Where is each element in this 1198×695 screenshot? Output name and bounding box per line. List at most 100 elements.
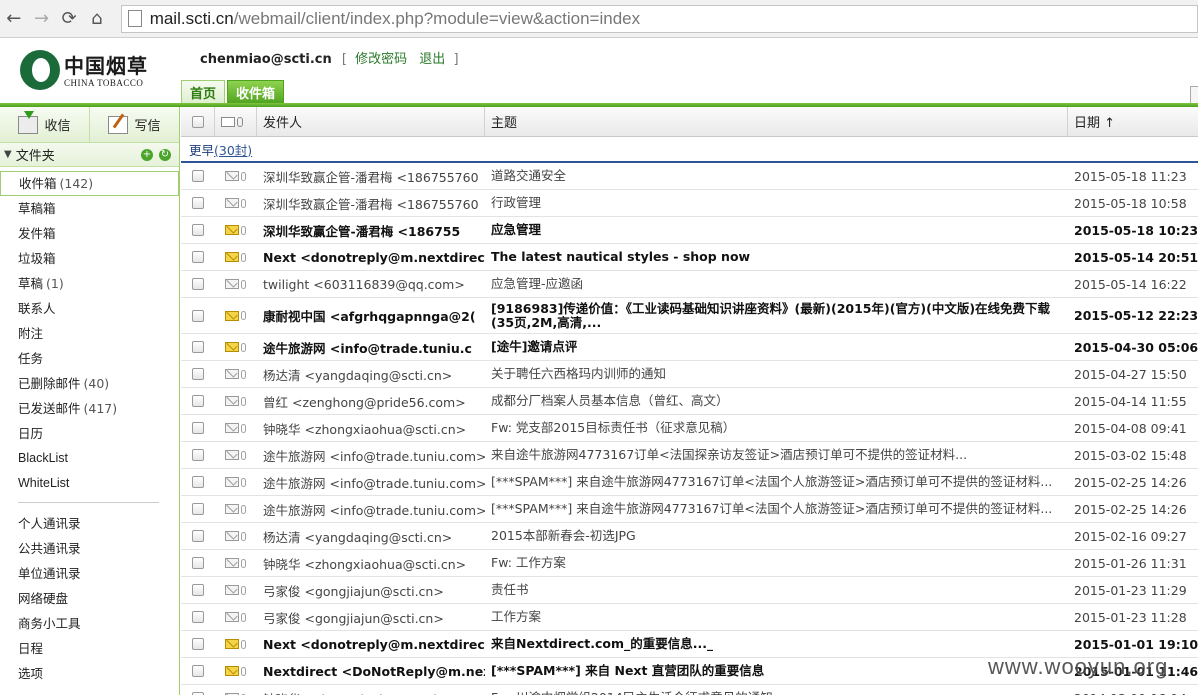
mail-row[interactable]: 杨达清 <yangdaqing@scti.cn> 2015本部新春会-初选JPG 2… (181, 523, 1198, 550)
folder-item[interactable]: 垃圾箱 (0, 246, 179, 271)
row-from[interactable]: 深圳华致赢企管-潘君梅 <186755760 (257, 163, 485, 189)
add-folder-icon[interactable]: + (141, 148, 153, 161)
row-from[interactable]: 途牛旅游网 <info@trade.tuniu.com> (257, 442, 485, 468)
row-checkbox-cell[interactable] (181, 685, 215, 695)
row-from[interactable]: 途牛旅游网 <info@trade.tuniu.c (257, 334, 485, 360)
tool-item[interactable]: 日程 (0, 636, 179, 661)
row-checkbox[interactable] (192, 395, 204, 407)
row-checkbox[interactable] (192, 170, 204, 182)
row-checkbox[interactable] (192, 309, 204, 322)
row-subject[interactable]: 来自Nextdirect.com_的重要信息..._ (485, 631, 1068, 657)
row-subject[interactable]: 行政管理 (485, 190, 1068, 216)
row-checkbox[interactable] (192, 224, 204, 236)
row-checkbox[interactable] (192, 584, 204, 596)
row-checkbox-cell[interactable] (181, 523, 215, 549)
folder-item[interactable]: 联系人 (0, 296, 179, 321)
folder-item[interactable]: 任务 (0, 346, 179, 371)
refresh-folder-icon[interactable]: ↻ (159, 148, 171, 161)
row-checkbox-cell[interactable] (181, 577, 215, 603)
group-earlier[interactable]: 更早 (30封) (181, 137, 1198, 163)
row-subject[interactable]: 责任书 (485, 577, 1068, 603)
row-checkbox-cell[interactable] (181, 388, 215, 414)
row-from[interactable]: 钟晓华 <zhongxiaohua@scti.cn> (257, 415, 485, 441)
row-checkbox-cell[interactable] (181, 271, 215, 297)
row-checkbox-cell[interactable] (181, 631, 215, 657)
mail-row[interactable]: 途牛旅游网 <info@trade.tuniu.com> 来自途牛旅游网47731… (181, 442, 1198, 469)
mail-row[interactable]: 弓家俊 <gongjiajun@scti.cn> 责任书 2015-01-23 11… (181, 577, 1198, 604)
tab-inbox[interactable]: 收件箱 (227, 80, 285, 104)
subject-column-header[interactable]: 主题 (485, 107, 1068, 137)
row-subject[interactable]: [途牛]邀请点评 (485, 334, 1068, 360)
row-checkbox[interactable] (192, 557, 204, 569)
row-subject[interactable]: 道路交通安全 (485, 163, 1068, 189)
write-button[interactable]: 写信 (90, 107, 179, 142)
row-checkbox[interactable] (192, 476, 204, 488)
row-from[interactable]: Next <donotreply@m.nextdirect (257, 631, 485, 657)
tool-item[interactable]: 商务小工具 (0, 611, 179, 636)
row-checkbox-cell[interactable] (181, 361, 215, 387)
select-all-checkbox-cell[interactable] (181, 107, 215, 137)
row-subject[interactable]: [***SPAM***] 来自途牛旅游网4773167订单<法国个人旅游签证>酒… (485, 496, 1068, 522)
mail-row[interactable]: Next <donotreply@m.nextdirect The latest … (181, 244, 1198, 271)
folder-item[interactable]: 草稿箱 (0, 196, 179, 221)
folder-item[interactable]: 发件箱 (0, 221, 179, 246)
mail-row[interactable]: 途牛旅游网 <info@trade.tuniu.c [途牛]邀请点评 2015-04… (181, 334, 1198, 361)
row-checkbox[interactable] (192, 251, 204, 263)
row-from[interactable]: 弓家俊 <gongjiajun@scti.cn> (257, 577, 485, 603)
row-checkbox-cell[interactable] (181, 658, 215, 684)
row-checkbox[interactable] (192, 422, 204, 434)
row-subject[interactable]: 2015本部新春会-初选JPG (485, 523, 1068, 549)
row-from[interactable]: 杨达清 <yangdaqing@scti.cn> (257, 523, 485, 549)
tool-item[interactable]: 个人通讯录 (0, 511, 179, 536)
right-control[interactable] (1190, 86, 1198, 104)
tool-item[interactable]: 选项 (0, 661, 179, 686)
row-subject[interactable]: Fw: 川渝中烟党组2014民主生活会征求意见的通知 (485, 685, 1068, 695)
mail-row[interactable]: 曾红 <zenghong@pride56.com> 成都分厂档案人员基本信息（曾红… (181, 388, 1198, 415)
date-column-header[interactable]: 日期 ↑ (1068, 107, 1198, 137)
folder-item[interactable]: 收件箱 (142) (0, 171, 179, 196)
row-checkbox[interactable] (192, 197, 204, 209)
row-from[interactable]: 杨达清 <yangdaqing@scti.cn> (257, 361, 485, 387)
group-count[interactable]: (30封) (214, 140, 252, 159)
folder-item[interactable]: BlackList (0, 446, 179, 471)
row-from[interactable]: 曾红 <zenghong@pride56.com> (257, 388, 485, 414)
row-from[interactable]: 钟晓华 <zhongxiaohua@scti.cn> (257, 550, 485, 576)
mail-row[interactable]: 深圳华致赢企管-潘君梅 <186755760 道路交通安全 2015-05-18 1… (181, 163, 1198, 190)
row-checkbox-cell[interactable] (181, 442, 215, 468)
row-checkbox-cell[interactable] (181, 163, 215, 189)
forward-icon[interactable]: → (28, 5, 56, 33)
row-from[interactable]: Next <donotreply@m.nextdirect (257, 244, 485, 270)
row-checkbox-cell[interactable] (181, 415, 215, 441)
row-subject[interactable]: 成都分厂档案人员基本信息（曾红、高文） (485, 388, 1068, 414)
mail-row[interactable]: 康耐视中国 <afgrhqgapnnga@2([9186983]传递价值：《工业… (181, 298, 1198, 334)
row-checkbox[interactable] (192, 611, 204, 623)
folder-item[interactable]: 日历 (0, 421, 179, 446)
mail-row[interactable]: 钟晓华 <zhongxiaohua@scti.cn> Fw: 党支部2015目标责… (181, 415, 1198, 442)
row-subject[interactable]: [***SPAM***] 来自途牛旅游网4773167订单<法国个人旅游签证>酒… (485, 469, 1068, 495)
mail-row[interactable]: 深圳华致赢企管-潘君梅 <186755760 行政管理 2015-05-18 10:… (181, 190, 1198, 217)
from-column-header[interactable]: 发件人 (257, 107, 485, 137)
mail-row[interactable]: 深圳华致赢企管-潘君梅 <186755 应急管理 2015-05-18 10:23 (181, 217, 1198, 244)
mail-row[interactable]: 钟晓华 <zhongxiaohua@scti.cn> Fw: 川渝中烟党组2014… (181, 685, 1198, 695)
row-checkbox-cell[interactable] (181, 217, 215, 243)
back-icon[interactable]: ← (0, 5, 28, 33)
tool-item[interactable]: 网络硬盘 (0, 586, 179, 611)
row-subject[interactable]: 来自途牛旅游网4773167订单<法国探亲访友签证>酒店预订单可不提供的签证材料… (485, 442, 1068, 468)
home-icon[interactable]: ⌂ (83, 5, 111, 33)
row-from[interactable]: twilight <603116839@qq.com> (257, 271, 485, 297)
change-password-link[interactable]: 修改密码 (355, 52, 407, 67)
folder-item[interactable]: 草稿 (1) (0, 271, 179, 296)
row-from[interactable]: 钟晓华 <zhongxiaohua@scti.cn> (257, 685, 485, 695)
row-checkbox[interactable] (192, 530, 204, 542)
row-checkbox-cell[interactable] (181, 190, 215, 216)
row-checkbox[interactable] (192, 278, 204, 290)
logout-link[interactable]: 退出 (419, 52, 445, 67)
folder-header[interactable]: ▼ 文件夹 + ↻ (0, 143, 179, 167)
tool-item[interactable]: 公共通讯录 (0, 536, 179, 561)
folder-item[interactable]: 已发送邮件 (417) (0, 396, 179, 421)
row-from[interactable]: 途牛旅游网 <info@trade.tuniu.com> (257, 496, 485, 522)
row-subject[interactable]: [9186983]传递价值：《工业读码基础知识讲座资料》(最新)(2015年)(… (485, 298, 1068, 333)
row-checkbox-cell[interactable] (181, 604, 215, 630)
mail-row[interactable]: 弓家俊 <gongjiajun@scti.cn> 工作方案 2015-01-23 1… (181, 604, 1198, 631)
icon-column-header[interactable] (215, 107, 257, 137)
